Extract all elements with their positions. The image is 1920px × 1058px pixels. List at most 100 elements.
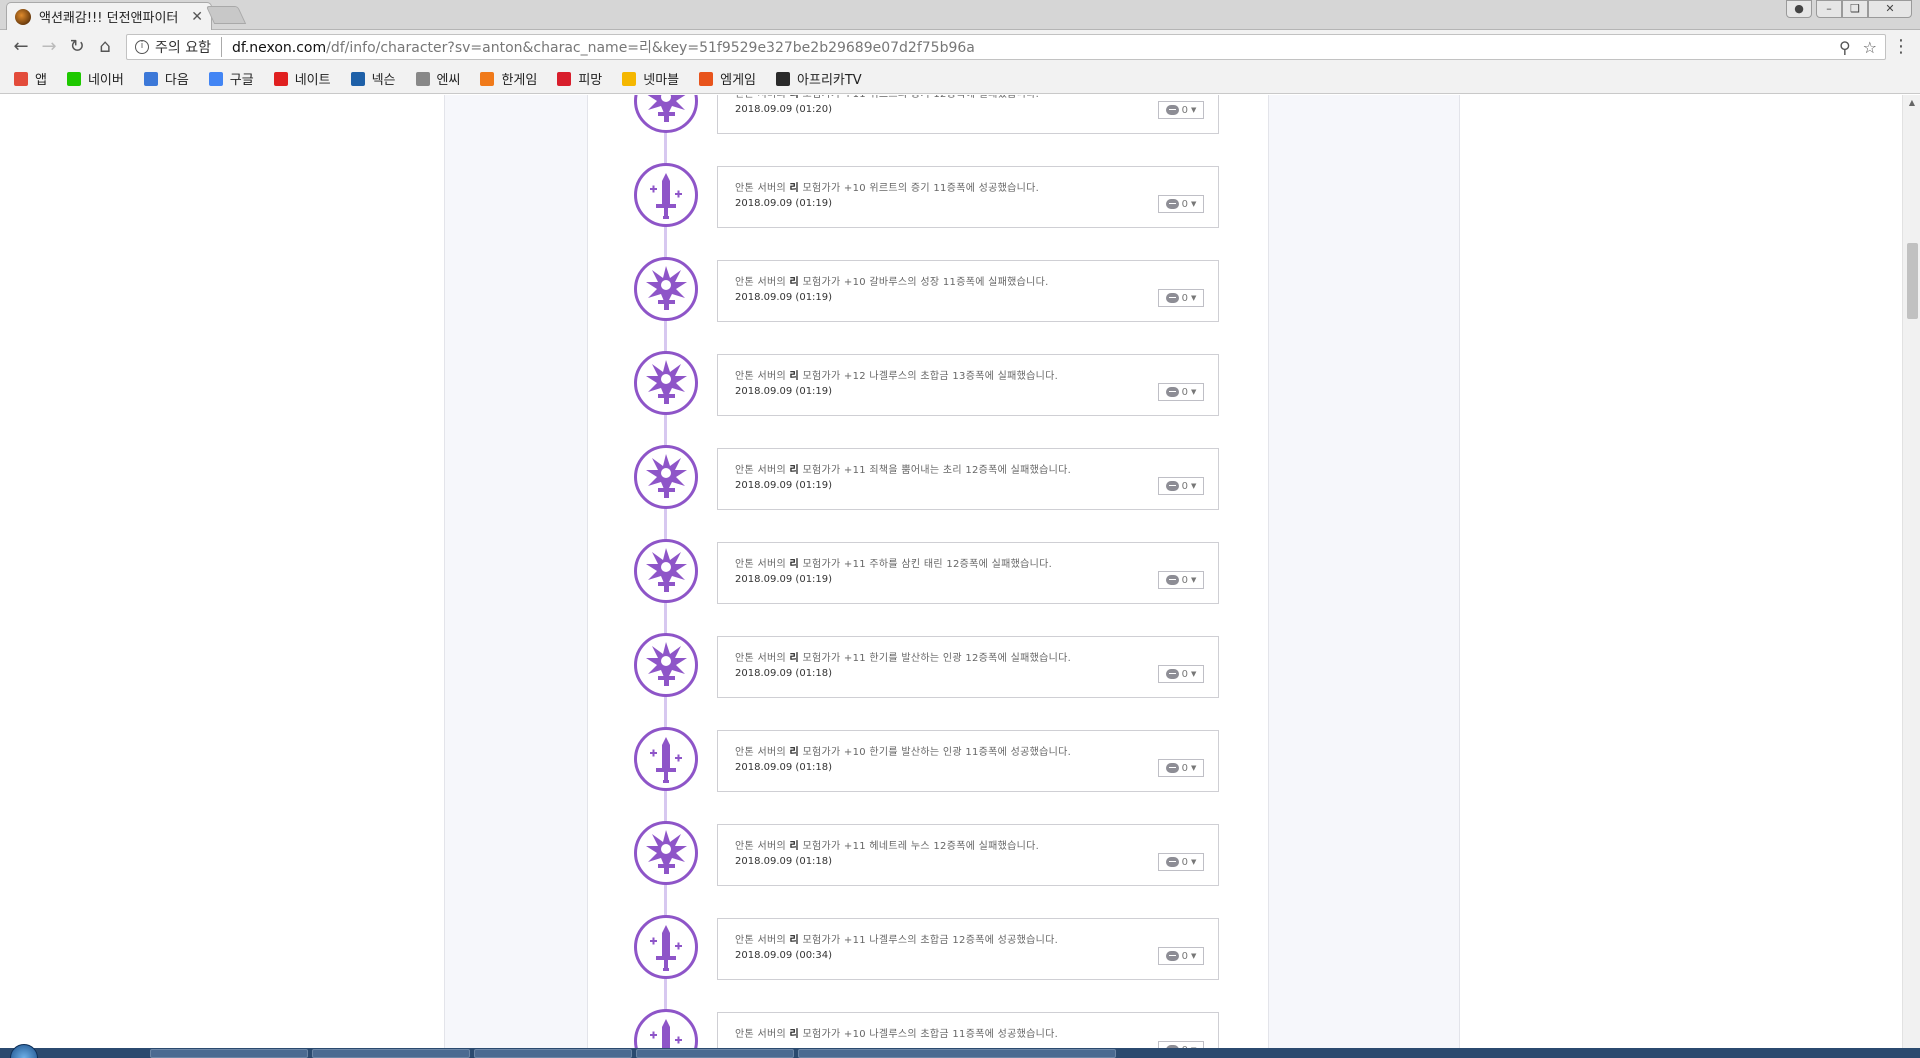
comment-bubble-icon xyxy=(1165,669,1179,679)
bookmark-item[interactable]: 네이트 xyxy=(273,69,331,88)
entry-message: 안톤 서버의 리 모험가가 +12 나겔루스의 초합금 13증폭에 실패했습니다… xyxy=(735,367,1058,382)
daum-icon xyxy=(143,71,158,86)
broken-item-icon xyxy=(634,95,698,133)
comment-bubble-icon xyxy=(1165,763,1179,773)
comment-button[interactable]: 0▼ xyxy=(1158,853,1204,871)
address-bar[interactable]: i 주의 요함 df.nexon.com/df/info/character?s… xyxy=(126,34,1886,60)
entry-message: 안톤 서버의 리 모험가가 +11 한기를 발산하는 인광 12증폭에 실패했습… xyxy=(735,649,1071,664)
bookmark-item[interactable]: 구글 xyxy=(208,69,254,88)
comment-button[interactable]: 0▼ xyxy=(1158,195,1204,213)
url-path: /df/info/character?sv=anton&charac_name=… xyxy=(326,40,975,56)
comment-button[interactable]: 0▼ xyxy=(1158,289,1204,307)
profile-icon[interactable]: ● xyxy=(1786,0,1812,18)
back-button[interactable]: ← xyxy=(10,36,32,58)
entry-character-name[interactable]: 리 xyxy=(789,183,799,194)
entry-character-name[interactable]: 리 xyxy=(789,1029,799,1040)
browser-toolbar: ← → ↻ ⌂ i 주의 요함 df.nexon.com/df/info/cha… xyxy=(0,30,1920,64)
ncsoft-icon xyxy=(415,71,430,86)
comment-button[interactable]: 0▼ xyxy=(1158,383,1204,401)
naver-icon xyxy=(66,71,81,86)
menu-kebab-icon[interactable]: ⋮ xyxy=(1892,36,1910,57)
entry-character-name[interactable]: 리 xyxy=(789,841,799,852)
scroll-thumb[interactable] xyxy=(1907,243,1918,319)
bookmark-item[interactable]: 엔씨 xyxy=(415,69,461,88)
info-icon[interactable]: i xyxy=(135,40,149,54)
comment-button[interactable]: 0▼ xyxy=(1158,571,1204,589)
sword-upgrade-icon xyxy=(634,1009,698,1048)
caret-down-icon: ▼ xyxy=(1190,670,1197,678)
caret-down-icon: ▼ xyxy=(1190,764,1197,772)
bookmark-label: 네이트 xyxy=(294,73,331,88)
entry-date: 2018.09.09 (01:18) xyxy=(735,856,833,867)
bookmark-item[interactable]: 넥슨 xyxy=(350,69,396,88)
comment-button[interactable]: 0▼ xyxy=(1158,759,1204,777)
entry-message: 안톤 서버의 리 모험가가 +10 나겔루스의 초합금 11증폭에 성공했습니다… xyxy=(735,1025,1058,1040)
comment-button[interactable]: 0▼ xyxy=(1158,101,1204,119)
comment-count: 0 xyxy=(1181,856,1188,868)
bookmark-item[interactable]: 아프리카TV xyxy=(776,69,862,88)
page-viewport: 안톤 서버의 리 모험가가 +11 위르트의 증기 12증폭에 실패했습니다. 2… xyxy=(0,95,1902,1048)
zoom-search-icon[interactable]: ⚲ xyxy=(1839,38,1851,57)
entry-date: 2018.09.09 (01:19) xyxy=(735,480,833,491)
scroll-up-icon[interactable]: ▲ xyxy=(1903,95,1920,111)
entry-character-name[interactable]: 리 xyxy=(789,371,799,382)
taskbar-item[interactable] xyxy=(798,1049,1116,1058)
bookmark-item[interactable]: 한게임 xyxy=(480,69,537,88)
entry-character-name[interactable]: 리 xyxy=(789,465,799,476)
bookmark-label: 엔씨 xyxy=(436,73,461,88)
caret-down-icon: ▼ xyxy=(1190,294,1197,302)
taskbar-item[interactable] xyxy=(150,1049,308,1058)
entry-result-text: 모험가가 +10 위르트의 증기 11증폭에 성공했습니다. xyxy=(802,183,1040,194)
broken-item-icon xyxy=(634,257,698,321)
bookmark-label: 아프리카TV xyxy=(797,73,862,88)
entry-character-name[interactable]: 리 xyxy=(789,559,799,570)
bookmark-item[interactable]: 엠게임 xyxy=(699,69,756,88)
comment-count: 0 xyxy=(1181,762,1188,774)
caret-down-icon: ▼ xyxy=(1190,200,1197,208)
maximize-button[interactable]: ❑ xyxy=(1842,0,1868,18)
entry-character-name[interactable]: 리 xyxy=(789,95,799,100)
tab-close-icon[interactable]: ✕ xyxy=(191,9,203,25)
bookmark-star-icon[interactable]: ☆ xyxy=(1863,38,1877,57)
comment-button[interactable]: 0▼ xyxy=(1158,1041,1204,1048)
comment-bubble-icon xyxy=(1165,105,1179,115)
bookmark-item[interactable]: 피망 xyxy=(557,69,602,88)
broken-item-icon xyxy=(634,821,698,885)
taskbar-item[interactable] xyxy=(312,1049,470,1058)
entry-character-name[interactable]: 리 xyxy=(789,277,799,288)
bookmark-item[interactable]: 네이버 xyxy=(66,69,124,88)
url-text[interactable]: df.nexon.com/df/info/character?sv=anton&… xyxy=(232,37,1827,57)
timeline-entry-card: 안톤 서버의 리 모험가가 +11 위르트의 증기 12증폭에 실패했습니다. 2… xyxy=(717,95,1219,134)
caret-down-icon: ▼ xyxy=(1190,952,1197,960)
entry-character-name[interactable]: 리 xyxy=(789,747,799,758)
broken-item-icon xyxy=(634,633,698,697)
entry-result-text: 모험가가 +11 죄책을 뿜어내는 초리 12증폭에 실패했습니다. xyxy=(802,465,1072,476)
browser-tab[interactable]: 액션쾌감!!! 던전앤파이터 ✕ xyxy=(6,2,212,30)
taskbar-item[interactable] xyxy=(636,1049,794,1058)
entry-character-name[interactable]: 리 xyxy=(789,653,799,664)
home-button[interactable]: ⌂ xyxy=(94,36,116,58)
bookmark-label: 피망 xyxy=(578,73,603,88)
hangame-icon xyxy=(480,71,495,86)
bookmark-item[interactable]: 넷마블 xyxy=(622,69,679,88)
entry-message: 안톤 서버의 리 모험가가 +10 위르트의 증기 11증폭에 성공했습니다. xyxy=(735,179,1039,194)
minimize-button[interactable]: – xyxy=(1816,0,1842,18)
taskbar-item[interactable] xyxy=(474,1049,632,1058)
comment-count: 0 xyxy=(1181,386,1188,398)
caret-down-icon: ▼ xyxy=(1190,576,1197,584)
close-window-button[interactable]: ✕ xyxy=(1868,0,1912,18)
google-icon xyxy=(208,71,223,86)
bookmark-item[interactable]: 다음 xyxy=(143,69,189,88)
comment-button[interactable]: 0▼ xyxy=(1158,477,1204,495)
comment-button[interactable]: 0▼ xyxy=(1158,665,1204,683)
entry-character-name[interactable]: 리 xyxy=(789,935,799,946)
bookmark-item[interactable]: 앱 xyxy=(14,69,47,88)
entry-date: 2018.09.09 (00:34) xyxy=(735,950,833,961)
entry-result-text: 모험가가 +11 위르트의 증기 12증폭에 실패했습니다. xyxy=(802,95,1039,100)
forward-button[interactable]: → xyxy=(38,36,60,58)
reload-button[interactable]: ↻ xyxy=(66,36,88,58)
page-scrollbar[interactable]: ▲ xyxy=(1902,95,1920,1048)
comment-button[interactable]: 0▼ xyxy=(1158,947,1204,965)
sword-upgrade-icon xyxy=(634,163,698,227)
entry-date: 2018.09.09 (01:19) xyxy=(735,292,833,303)
